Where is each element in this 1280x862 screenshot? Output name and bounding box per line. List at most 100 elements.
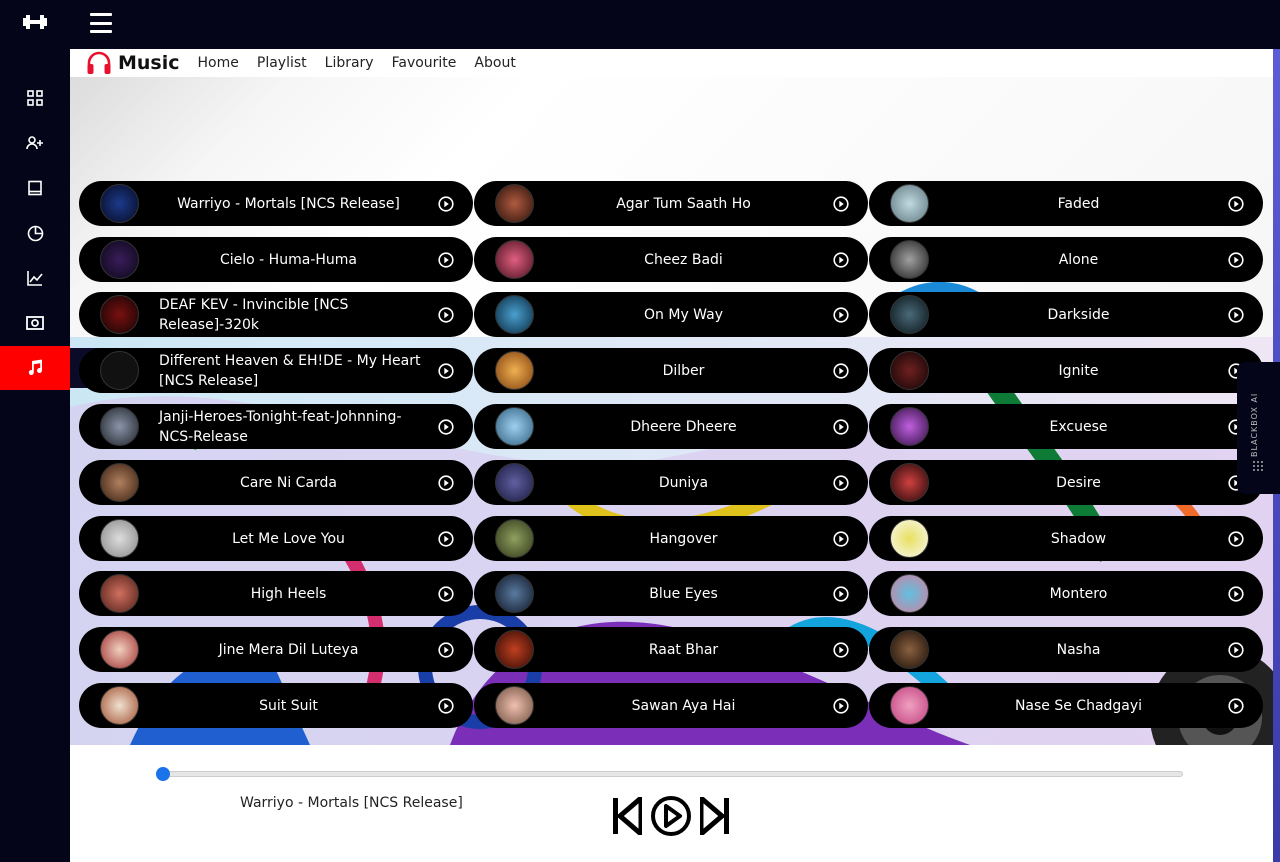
track-item[interactable]: Shadow <box>869 516 1263 561</box>
play-circle-icon[interactable] <box>833 195 849 212</box>
album-art <box>495 351 534 390</box>
track-title: Shadow <box>1050 530 1107 547</box>
play-circle-icon[interactable] <box>833 474 849 491</box>
album-art <box>495 519 534 558</box>
track-item[interactable]: High Heels <box>79 571 473 616</box>
track-item[interactable]: Let Me Love You <box>79 516 473 561</box>
track-title: Darkside <box>1047 306 1110 323</box>
next-track-icon[interactable] <box>700 797 730 835</box>
track-title: Different Heaven & EH!DE - My Heart [NCS… <box>159 352 421 389</box>
track-item[interactable]: Different Heaven & EH!DE - My Heart [NCS… <box>79 348 473 393</box>
track-item[interactable]: Faded <box>869 181 1263 226</box>
sidebar-item-music[interactable] <box>0 346 70 390</box>
album-art <box>890 407 929 446</box>
play-circle-icon[interactable] <box>438 474 454 491</box>
play-icon[interactable] <box>650 795 692 837</box>
album-art <box>890 295 929 334</box>
track-item[interactable]: Duniya <box>474 460 868 505</box>
play-circle-icon[interactable] <box>438 195 454 212</box>
track-item[interactable]: DEAF KEV - Invincible [NCS Release]-320k <box>79 292 473 337</box>
play-circle-icon[interactable] <box>1228 697 1244 714</box>
music-player: Warriyo - Mortals [NCS Release] <box>70 745 1273 862</box>
sidebar-item-dashboard[interactable] <box>0 76 70 120</box>
album-art <box>100 519 139 558</box>
album-art <box>890 574 929 613</box>
music-note-icon <box>28 359 42 375</box>
play-circle-icon[interactable] <box>833 362 849 379</box>
track-title: Care Ni Carda <box>239 474 337 491</box>
track-item[interactable]: Suit Suit <box>79 683 473 728</box>
play-circle-icon[interactable] <box>1228 641 1244 658</box>
track-title: Suit Suit <box>259 697 318 714</box>
play-circle-icon[interactable] <box>1228 251 1244 268</box>
brand[interactable]: Music <box>86 51 190 75</box>
play-circle-icon[interactable] <box>833 306 849 323</box>
track-item[interactable]: Desire <box>869 460 1263 505</box>
brand-name: Music <box>118 52 180 74</box>
play-circle-icon[interactable] <box>833 530 849 547</box>
track-title: High Heels <box>250 585 327 602</box>
track-item[interactable]: Agar Tum Saath Ho <box>474 181 868 226</box>
album-art <box>100 630 139 669</box>
nav-link-playlist[interactable]: Playlist <box>257 55 307 71</box>
track-item[interactable]: On My Way <box>474 292 868 337</box>
track-item[interactable]: Cheez Badi <box>474 237 868 282</box>
nav-link-about[interactable]: About <box>474 55 515 71</box>
play-circle-icon[interactable] <box>438 418 454 435</box>
track-item[interactable]: Ignite <box>869 348 1263 393</box>
track-item[interactable]: Darkside <box>869 292 1263 337</box>
play-circle-icon[interactable] <box>833 697 849 714</box>
track-item[interactable]: Blue Eyes <box>474 571 868 616</box>
album-art <box>890 240 929 279</box>
play-circle-icon[interactable] <box>438 251 454 268</box>
sidebar-item-add-user[interactable] <box>0 121 70 165</box>
play-circle-icon[interactable] <box>833 251 849 268</box>
play-circle-icon[interactable] <box>438 697 454 714</box>
track-item[interactable]: Warriyo - Mortals [NCS Release] <box>79 181 473 226</box>
track-item[interactable]: Excuese <box>869 404 1263 449</box>
play-circle-icon[interactable] <box>438 530 454 547</box>
play-circle-icon[interactable] <box>438 641 454 658</box>
progress-knob[interactable] <box>156 767 170 781</box>
track-title: Janji-Heroes-Tonight-feat-Johnning-NCS-R… <box>159 408 402 445</box>
nav-link-home[interactable]: Home <box>198 55 239 71</box>
sidebar-item-analytics[interactable] <box>0 256 70 300</box>
play-circle-icon[interactable] <box>438 585 454 602</box>
sidebar-item-payments[interactable] <box>0 301 70 345</box>
play-circle-icon[interactable] <box>1228 306 1244 323</box>
track-item[interactable]: Care Ni Carda <box>79 460 473 505</box>
track-title: Let Me Love You <box>232 530 345 547</box>
track-item[interactable]: Nase Se Chadgayi <box>869 683 1263 728</box>
nav-link-library[interactable]: Library <box>325 55 374 71</box>
dumbbell-logo-icon[interactable] <box>0 8 70 36</box>
previous-track-icon[interactable] <box>612 797 642 835</box>
track-item[interactable]: Hangover <box>474 516 868 561</box>
sidebar-item-reports[interactable] <box>0 211 70 255</box>
track-item[interactable]: Dheere Dheere <box>474 404 868 449</box>
track-item[interactable]: Sawan Aya Hai <box>474 683 868 728</box>
track-item[interactable]: Alone <box>869 237 1263 282</box>
track-item[interactable]: Nasha <box>869 627 1263 672</box>
play-circle-icon[interactable] <box>1228 195 1244 212</box>
nav-link-favourite[interactable]: Favourite <box>392 55 457 71</box>
sidebar <box>0 0 70 862</box>
play-circle-icon[interactable] <box>833 641 849 658</box>
sidebar-item-book[interactable] <box>0 166 70 210</box>
play-circle-icon[interactable] <box>438 362 454 379</box>
track-item[interactable]: Cielo - Huma-Huma <box>79 237 473 282</box>
progress-bar[interactable] <box>156 767 1183 781</box>
line-chart-icon <box>27 271 43 286</box>
play-circle-icon[interactable] <box>438 306 454 323</box>
blackbox-ai-tab[interactable]: BLACKBOX AI <box>1237 362 1280 494</box>
track-item[interactable]: Jine Mera Dil Luteya <box>79 627 473 672</box>
track-item[interactable]: Montero <box>869 571 1263 616</box>
play-circle-icon[interactable] <box>1228 585 1244 602</box>
track-item[interactable]: Raat Bhar <box>474 627 868 672</box>
play-circle-icon[interactable] <box>1228 530 1244 547</box>
album-art <box>100 351 139 390</box>
track-item[interactable]: Dilber <box>474 348 868 393</box>
play-circle-icon[interactable] <box>833 585 849 602</box>
hamburger-menu-icon[interactable] <box>86 10 116 36</box>
track-item[interactable]: Janji-Heroes-Tonight-feat-Johnning-NCS-R… <box>79 404 473 449</box>
play-circle-icon[interactable] <box>833 418 849 435</box>
